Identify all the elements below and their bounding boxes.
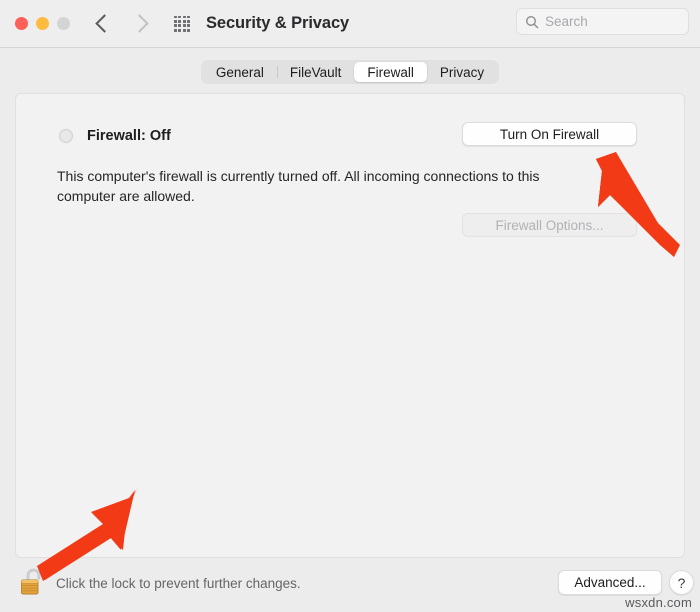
tab-filevault-label: FileVault bbox=[289, 64, 342, 80]
titlebar: Security & Privacy Search bbox=[0, 0, 700, 48]
tab-filevault[interactable]: FileVault bbox=[276, 62, 355, 82]
off-status-dot-icon bbox=[59, 129, 73, 143]
turn-on-firewall-button[interactable]: Turn On Firewall bbox=[462, 122, 637, 146]
tab-privacy-label: Privacy bbox=[439, 64, 485, 80]
search-placeholder: Search bbox=[545, 14, 588, 29]
advanced-button[interactable]: Advanced... bbox=[558, 570, 662, 595]
close-button[interactable] bbox=[15, 17, 28, 30]
firewall-options-button: Firewall Options... bbox=[462, 213, 637, 237]
watermark: wsxdn.com bbox=[625, 595, 692, 610]
window-title: Security & Privacy bbox=[206, 14, 350, 32]
search-field[interactable]: Search bbox=[516, 8, 689, 35]
firewall-status-label: Firewall: Off bbox=[87, 128, 171, 144]
help-button[interactable]: ? bbox=[669, 570, 694, 595]
tab-general[interactable]: General bbox=[203, 62, 277, 82]
padlock-glyph bbox=[21, 568, 41, 595]
firewall-description: This computer's firewall is currently tu… bbox=[57, 168, 540, 204]
show-all-grid-icon[interactable] bbox=[174, 15, 190, 32]
zoom-button bbox=[57, 17, 70, 30]
window-footer: Click the lock to prevent further change… bbox=[0, 558, 700, 612]
segmented-control: General FileVault Firewall Privacy bbox=[200, 60, 500, 84]
traffic-lights bbox=[15, 17, 70, 30]
tab-firewall[interactable]: Firewall bbox=[354, 62, 427, 82]
tab-divider bbox=[276, 66, 278, 78]
search-icon bbox=[525, 15, 539, 28]
lock-hint-text: Click the lock to prevent further change… bbox=[56, 576, 301, 591]
preferences-window: Security & Privacy Search General FileVa… bbox=[0, 0, 700, 612]
forward-chevron-icon bbox=[130, 14, 149, 33]
tab-bar: General FileVault Firewall Privacy bbox=[0, 48, 700, 93]
firewall-panel: Firewall: Off Turn On Firewall This comp… bbox=[15, 93, 685, 558]
tab-privacy[interactable]: Privacy bbox=[427, 62, 497, 82]
navigation-buttons bbox=[95, 14, 149, 33]
tab-general-label: General bbox=[215, 64, 264, 80]
minimize-button[interactable] bbox=[36, 17, 49, 30]
back-chevron-icon[interactable] bbox=[95, 14, 114, 33]
firewall-status-row: Firewall: Off bbox=[59, 128, 171, 144]
unlocked-padlock-icon[interactable] bbox=[19, 564, 49, 598]
tab-firewall-label: Firewall bbox=[367, 64, 414, 80]
